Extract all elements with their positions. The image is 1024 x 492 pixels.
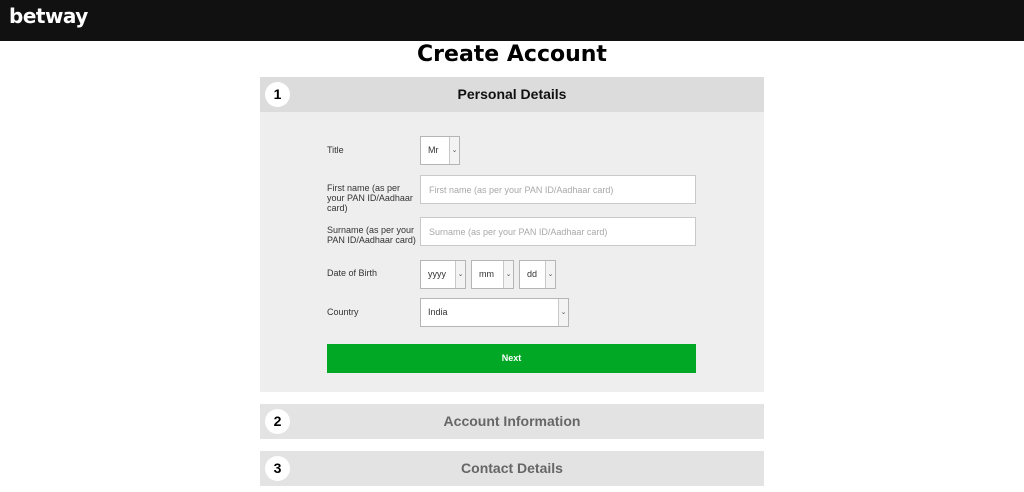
step-title: Contact Details: [461, 460, 563, 476]
dob-day-value: dd: [527, 269, 538, 279]
title-label: Title: [327, 145, 344, 155]
dob-year-value: yyyy: [428, 269, 446, 279]
country-label: Country: [327, 307, 359, 317]
chevron-down-icon: ⌄: [545, 261, 555, 288]
title-select[interactable]: Mr ⌄: [420, 136, 460, 165]
dob-month-value: mm: [479, 269, 494, 279]
next-button[interactable]: Next: [327, 344, 696, 373]
first-name-input[interactable]: [420, 175, 696, 204]
dob-year-select[interactable]: yyyy ⌄: [420, 260, 466, 289]
personal-details-form: Title Mr ⌄ First name (as per your PAN I…: [260, 112, 764, 392]
step-title: Personal Details: [457, 86, 567, 102]
step-header-account-information[interactable]: 2 Account Information: [260, 404, 764, 439]
chevron-down-icon: ⌄: [455, 261, 465, 288]
chevron-down-icon: ⌄: [503, 261, 513, 288]
betway-logo[interactable]: betway: [9, 4, 88, 28]
top-bar: betway: [0, 0, 1024, 41]
surname-input[interactable]: [420, 217, 696, 246]
country-select[interactable]: India ⌄: [420, 298, 569, 327]
dob-label: Date of Birth: [327, 268, 378, 278]
country-select-value: India: [428, 307, 448, 317]
page-title: Create Account: [417, 42, 607, 67]
dob-month-select[interactable]: mm ⌄: [471, 260, 514, 289]
title-select-value: Mr: [428, 145, 439, 155]
surname-label: Surname (as per your PAN ID/Aadhaar card…: [327, 225, 416, 245]
chevron-down-icon: ⌄: [449, 137, 459, 164]
step-header-contact-details[interactable]: 3 Contact Details: [260, 451, 764, 486]
first-name-label: First name (as per your PAN ID/Aadhaar c…: [327, 183, 413, 213]
step-title: Account Information: [443, 413, 581, 429]
chevron-down-icon: ⌄: [558, 299, 568, 326]
dob-day-select[interactable]: dd ⌄: [519, 260, 556, 289]
step-header-personal-details[interactable]: 1 Personal Details: [260, 77, 764, 112]
